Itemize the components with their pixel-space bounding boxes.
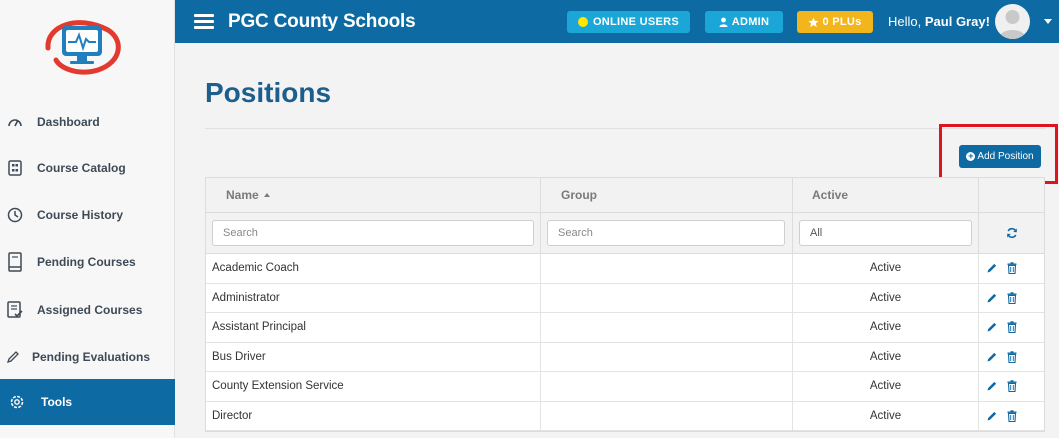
status-dot-icon <box>577 17 588 27</box>
gauge-icon <box>0 115 30 129</box>
table-row[interactable]: County Extension Service Active <box>206 372 1044 402</box>
cell-group <box>541 283 793 312</box>
table-body: Academic Coach Active Administrator Active A… <box>206 254 1044 431</box>
table-header: Name Group Active <box>206 178 1044 213</box>
catalog-icon <box>0 160 30 176</box>
cell-group <box>541 254 793 283</box>
gear-icon <box>0 394 34 410</box>
trash-icon[interactable] <box>1007 321 1017 334</box>
admin-label: ADMIN <box>731 16 770 28</box>
group-search-input[interactable] <box>547 220 785 246</box>
table-row[interactable]: Administrator Active <box>206 283 1044 313</box>
edit-pencil-icon[interactable] <box>986 292 998 304</box>
greeting: Hello, Paul Gray! <box>888 14 990 29</box>
table-row[interactable]: Director Active <box>206 401 1044 431</box>
page-title: Positions <box>205 77 332 108</box>
active-filter-select[interactable] <box>799 220 972 246</box>
add-position-label: Add Position <box>977 151 1034 162</box>
add-position-button[interactable]: + Add Position <box>959 145 1041 168</box>
cell-active: Active <box>793 313 979 342</box>
sidebar: Dashboard Course Catalog Course History … <box>0 0 175 438</box>
user-name: Paul Gray! <box>924 14 990 29</box>
table-row[interactable]: Bus Driver Active <box>206 342 1044 372</box>
column-header-actions <box>979 178 1044 212</box>
user-icon <box>719 17 728 27</box>
column-header-group[interactable]: Group <box>541 178 793 212</box>
online-users-label: ONLINE USERS <box>592 16 680 28</box>
sidebar-item-label: Dashboard <box>37 115 100 129</box>
sidebar-item-label: Course Catalog <box>37 161 126 175</box>
trash-icon[interactable] <box>1007 410 1017 422</box>
cell-name: Academic Coach <box>206 254 541 283</box>
positions-table: Name Group Active Academic CoachActiveAd… <box>205 177 1045 432</box>
sidebar-item-assigned-courses[interactable]: Assigned Courses <box>0 287 175 333</box>
filter-row <box>206 213 1044 254</box>
table-row[interactable]: Academic Coach Active <box>206 254 1044 284</box>
book-icon <box>0 252 30 272</box>
admin-button[interactable]: ADMIN <box>705 11 783 33</box>
table-row[interactable]: Assistant Principal Active <box>206 313 1044 343</box>
divider <box>205 128 1045 129</box>
name-search-input[interactable] <box>212 220 534 246</box>
star-icon <box>808 16 820 28</box>
edit-pencil-icon[interactable] <box>986 380 998 392</box>
cell-group <box>541 342 793 371</box>
sidebar-item-label: Pending Courses <box>37 255 136 269</box>
pencil-icon <box>0 350 26 364</box>
trash-icon[interactable] <box>1007 292 1017 304</box>
sidebar-item-tools[interactable]: Tools <box>0 379 175 425</box>
cell-active: Active <box>793 283 979 312</box>
plus-points-button[interactable]: 0 PLUs <box>797 11 873 33</box>
online-users-button[interactable]: ONLINE USERS <box>567 11 690 33</box>
sidebar-item-label: Tools <box>41 395 73 409</box>
cell-name: Assistant Principal <box>206 313 541 342</box>
app-title: PGC County Schools <box>228 11 416 32</box>
sidebar-item-dashboard[interactable]: Dashboard <box>0 99 175 145</box>
sort-asc-icon <box>263 193 270 197</box>
cell-name: Administrator <box>206 283 541 312</box>
column-header-name[interactable]: Name <box>206 178 541 212</box>
cell-name: Director <box>206 401 541 430</box>
cell-active: Active <box>793 372 979 401</box>
edit-pencil-icon[interactable] <box>986 351 998 363</box>
avatar[interactable] <box>995 4 1030 39</box>
sidebar-item-course-history[interactable]: Course History <box>0 192 175 238</box>
edit-pencil-icon[interactable] <box>986 321 998 333</box>
trash-icon[interactable] <box>1007 351 1017 363</box>
clock-icon <box>0 207 30 223</box>
trash-icon[interactable] <box>1007 380 1017 393</box>
cell-group <box>541 313 793 342</box>
cell-active: Active <box>793 254 979 283</box>
column-header-active[interactable]: Active <box>793 178 979 212</box>
cell-active: Active <box>793 401 979 430</box>
refresh-icon[interactable] <box>1006 227 1018 239</box>
sidebar-item-pending-courses[interactable]: Pending Courses <box>0 239 175 285</box>
cell-group <box>541 372 793 401</box>
edit-pencil-icon[interactable] <box>986 410 998 422</box>
chevron-down-icon[interactable] <box>1044 19 1052 24</box>
sidebar-item-label: Assigned Courses <box>37 303 143 317</box>
sidebar-item-course-catalog[interactable]: Course Catalog <box>0 145 175 191</box>
sidebar-item-pending-evaluations[interactable]: Pending Evaluations <box>0 334 175 380</box>
cell-name: County Extension Service <box>206 372 541 401</box>
sidebar-item-label: Pending Evaluations <box>32 350 151 364</box>
hamburger-menu-icon[interactable] <box>194 14 214 29</box>
sidebar-item-label: Course History <box>37 208 124 222</box>
app-logo[interactable] <box>38 12 128 77</box>
trash-icon[interactable] <box>1007 262 1017 275</box>
checklist-icon <box>0 301 30 319</box>
edit-pencil-icon[interactable] <box>986 262 998 274</box>
cell-active: Active <box>793 342 979 371</box>
cell-name: Bus Driver <box>206 342 541 371</box>
plus-circle-icon: + <box>966 151 976 161</box>
cell-group <box>541 401 793 430</box>
plus-points-label: 0 PLUs <box>822 16 862 28</box>
top-bar: PGC County Schools ONLINE USERS ADMIN 0 … <box>175 0 1059 43</box>
